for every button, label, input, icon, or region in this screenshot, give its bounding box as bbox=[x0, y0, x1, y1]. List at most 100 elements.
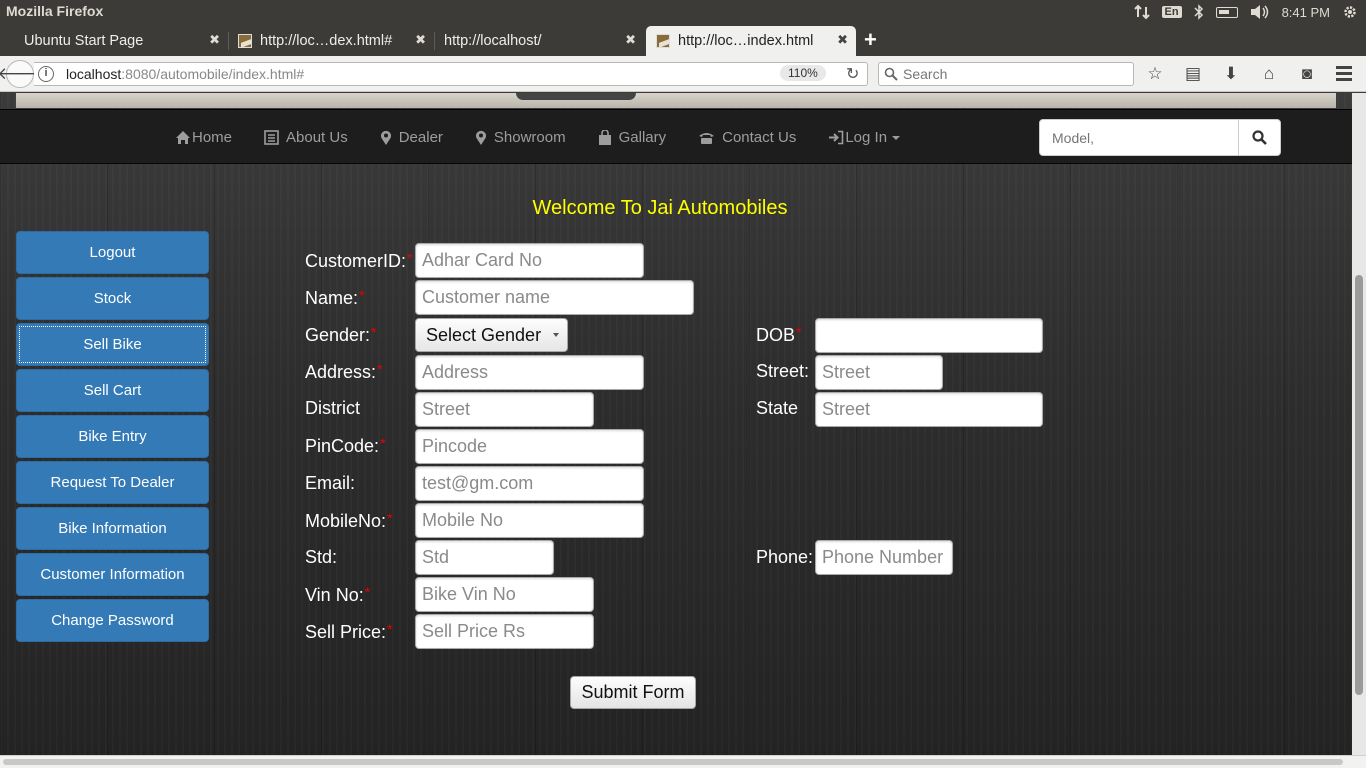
vertical-scrollbar[interactable] bbox=[1352, 93, 1366, 755]
nav-about-us[interactable]: About Us bbox=[264, 129, 348, 146]
nav-home[interactable]: Home bbox=[175, 129, 232, 146]
reload-icon[interactable]: ↻ bbox=[846, 64, 859, 84]
nav-showroom[interactable]: Showroom bbox=[475, 129, 566, 146]
shopping-bag-icon bbox=[598, 130, 612, 145]
settings-gear-icon[interactable] bbox=[1342, 4, 1358, 20]
customer-id-label: CustomerID:* bbox=[305, 250, 413, 271]
site-info-icon[interactable]: i bbox=[38, 66, 54, 82]
sell-price-input[interactable] bbox=[415, 614, 594, 649]
tab-ubuntu-start-page[interactable]: Ubuntu Start Page ✖ bbox=[14, 26, 228, 56]
chevron-down-icon bbox=[892, 135, 901, 140]
gender-select[interactable]: Select Gender bbox=[415, 318, 568, 352]
vin-label: Vin No:* bbox=[305, 584, 371, 605]
browser-toolbar: 🡐 i localhost:8080/automobile/index.html… bbox=[0, 56, 1366, 92]
tab-close-icon[interactable]: ✖ bbox=[209, 32, 220, 48]
window-title: Mozilla Firefox bbox=[6, 3, 104, 19]
keyboard-layout-indicator[interactable]: En bbox=[1161, 6, 1182, 18]
download-icon[interactable]: ⬇ bbox=[1222, 64, 1240, 84]
search-icon bbox=[884, 67, 898, 81]
vin-input[interactable] bbox=[415, 577, 594, 612]
dob-label: DOB* bbox=[756, 324, 802, 345]
os-top-panel: Mozilla Firefox En 8:41 PM bbox=[0, 0, 1366, 24]
sidebar-sell-bike-button[interactable]: Sell Bike bbox=[16, 323, 209, 366]
std-label: Std: bbox=[305, 547, 338, 567]
hero-image-strip bbox=[16, 93, 1336, 108]
sidebar-customer-information-button[interactable]: Customer Information bbox=[16, 553, 209, 596]
mobile-input[interactable] bbox=[415, 503, 644, 538]
site-navbar: Home About Us Dealer Showroom Gallary Co… bbox=[0, 109, 1352, 164]
list-icon bbox=[264, 130, 279, 145]
std-input[interactable] bbox=[415, 540, 554, 575]
reading-list-icon[interactable]: ▤ bbox=[1184, 64, 1202, 84]
home-icon[interactable]: ⌂ bbox=[1260, 64, 1278, 84]
sidebar-logout-button[interactable]: Logout bbox=[16, 231, 209, 274]
sidebar-request-to-dealer-button[interactable]: Request To Dealer bbox=[16, 461, 209, 504]
sidebar-change-password-button[interactable]: Change Password bbox=[16, 599, 209, 642]
tab-close-icon[interactable]: ✖ bbox=[837, 32, 848, 48]
bluetooth-icon[interactable] bbox=[1194, 4, 1204, 20]
tab-title: http://loc…dex.html# bbox=[260, 33, 393, 49]
street-input[interactable] bbox=[815, 355, 943, 390]
address-input[interactable] bbox=[415, 355, 644, 390]
system-tray: En 8:41 PM bbox=[1133, 0, 1358, 24]
toolbar-icons: ☆ ▤ ⬇ ⌂ ◙ bbox=[1146, 64, 1316, 84]
nav-contact-us[interactable]: Contact Us bbox=[698, 129, 796, 146]
state-input[interactable] bbox=[815, 392, 1043, 427]
horizontal-scrollbar[interactable] bbox=[0, 755, 1366, 768]
tab-localhost-index-active[interactable]: http://loc…index.html ✖ bbox=[646, 26, 856, 56]
favicon-icon bbox=[238, 34, 252, 48]
model-search-input[interactable] bbox=[1039, 119, 1239, 156]
submit-form-button[interactable]: Submit Form bbox=[570, 676, 696, 709]
address-label: Address:* bbox=[305, 361, 383, 382]
battery-icon[interactable] bbox=[1215, 6, 1238, 18]
sidebar-sell-cart-button[interactable]: Sell Cart bbox=[16, 369, 209, 412]
tab-localhost[interactable]: http://localhost/ ✖ bbox=[434, 26, 644, 56]
name-label: Name:* bbox=[305, 287, 365, 308]
model-search-button[interactable] bbox=[1238, 119, 1281, 156]
back-button[interactable]: 🡐 bbox=[0, 60, 43, 88]
pincode-input[interactable] bbox=[415, 429, 644, 464]
browser-search-bar[interactable]: Search bbox=[878, 62, 1134, 86]
hamburger-menu-icon[interactable] bbox=[1336, 66, 1352, 84]
mobile-label: MobileNo:* bbox=[305, 510, 393, 531]
sell-price-label: Sell Price:* bbox=[305, 621, 393, 642]
favicon-icon bbox=[656, 34, 670, 48]
nav-log-in[interactable]: Log In bbox=[828, 129, 901, 146]
log-in-icon bbox=[828, 130, 844, 145]
nav-dealer[interactable]: Dealer bbox=[380, 129, 443, 146]
zoom-indicator[interactable]: 110% bbox=[780, 65, 826, 81]
email-input[interactable] bbox=[415, 466, 644, 501]
volume-icon[interactable] bbox=[1250, 4, 1270, 20]
pocket-icon[interactable]: ◙ bbox=[1298, 64, 1316, 84]
search-icon bbox=[1252, 130, 1267, 145]
url-bar[interactable]: i localhost:8080/automobile/index.html# … bbox=[34, 62, 868, 86]
url-text[interactable]: localhost:8080/automobile/index.html# bbox=[66, 66, 304, 82]
phone-label: Phone: bbox=[756, 547, 814, 567]
tab-close-icon[interactable]: ✖ bbox=[625, 32, 636, 48]
district-input[interactable] bbox=[415, 392, 594, 427]
nav-gallary[interactable]: Gallary bbox=[598, 129, 666, 146]
customer-id-input[interactable] bbox=[415, 243, 644, 278]
sidebar-stock-button[interactable]: Stock bbox=[16, 277, 209, 320]
scrollbar-thumb[interactable] bbox=[1355, 275, 1363, 695]
map-marker-icon bbox=[475, 130, 487, 146]
gender-label: Gender:* bbox=[305, 324, 377, 345]
new-tab-button[interactable]: + bbox=[864, 27, 877, 53]
dob-input[interactable] bbox=[815, 318, 1043, 353]
tab-localhost-dex[interactable]: http://loc…dex.html# ✖ bbox=[228, 26, 434, 56]
bookmark-star-icon[interactable]: ☆ bbox=[1146, 64, 1164, 84]
sidebar-bike-entry-button[interactable]: Bike Entry bbox=[16, 415, 209, 458]
clock[interactable]: 8:41 PM bbox=[1282, 5, 1330, 20]
pincode-label: PinCode:* bbox=[305, 435, 386, 456]
tab-close-icon[interactable]: ✖ bbox=[415, 32, 426, 48]
scrollbar-thumb[interactable] bbox=[3, 759, 1343, 765]
street-label: Street: bbox=[756, 361, 810, 381]
tab-title: Ubuntu Start Page bbox=[24, 33, 144, 49]
state-label: State bbox=[756, 398, 799, 418]
phone-input[interactable] bbox=[815, 540, 953, 575]
tab-strip: Ubuntu Start Page ✖ http://loc…dex.html#… bbox=[0, 24, 1366, 56]
network-icon[interactable] bbox=[1133, 4, 1150, 20]
customer-name-input[interactable] bbox=[415, 280, 694, 315]
sidebar-bike-information-button[interactable]: Bike Information bbox=[16, 507, 209, 550]
search-placeholder: Search bbox=[903, 66, 948, 82]
